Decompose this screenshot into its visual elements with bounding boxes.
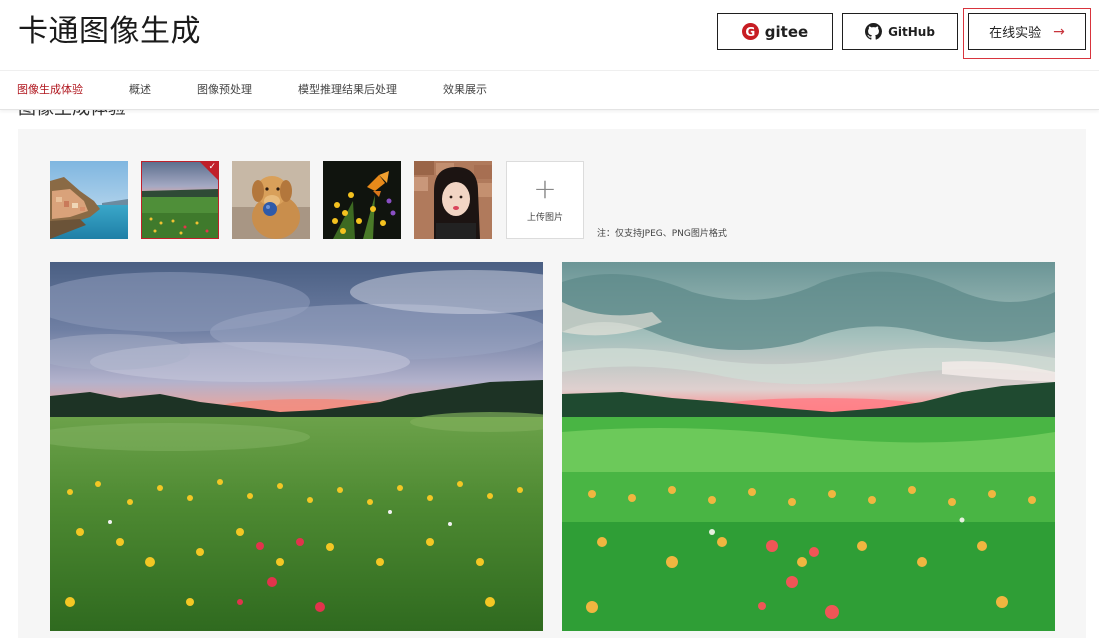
github-button[interactable]: GitHub bbox=[842, 13, 958, 50]
arrow-right-icon: → bbox=[1053, 23, 1065, 40]
format-note: 注：仅支持JPEG、PNG图片格式 bbox=[597, 229, 727, 239]
try-online-button[interactable]: 在线实验 → bbox=[968, 13, 1086, 50]
thumbnail-wildflower-meadow[interactable]: ✓ bbox=[141, 161, 219, 239]
gitee-logo-icon: G bbox=[741, 23, 759, 40]
nav-item-overview[interactable]: 概述 bbox=[129, 71, 151, 109]
nav-item-image-generation[interactable]: 图像生成体验 bbox=[17, 71, 83, 109]
nav-item-postprocessing[interactable]: 模型推理结果后处理 bbox=[298, 71, 397, 109]
gitee-label: gitee bbox=[764, 22, 809, 41]
github-label: GitHub bbox=[888, 24, 935, 39]
nav-bar: 图像生成体验 概述 图像预处理 模型推理结果后处理 效果展示 bbox=[0, 70, 1099, 110]
thumbnail-golden-retriever[interactable] bbox=[232, 161, 310, 239]
nav-item-showcase[interactable]: 效果展示 bbox=[443, 71, 487, 109]
thumbnail-butterfly[interactable] bbox=[323, 161, 401, 239]
thumbnail-coastal-town[interactable] bbox=[50, 161, 128, 239]
try-label: 在线实验 bbox=[989, 26, 1042, 41]
page-title: 卡通图像生成 bbox=[18, 14, 201, 49]
github-icon bbox=[865, 23, 883, 40]
gitee-button[interactable]: G gitee bbox=[717, 13, 833, 50]
cartoon-result-image bbox=[562, 262, 1055, 631]
original-image bbox=[50, 262, 543, 631]
nav-item-preprocessing[interactable]: 图像预处理 bbox=[197, 71, 252, 109]
plus-icon: + bbox=[533, 172, 557, 205]
check-icon: ✓ bbox=[208, 162, 216, 172]
thumbnail-portrait[interactable] bbox=[414, 161, 492, 239]
upload-label: 上传图片 bbox=[526, 213, 563, 223]
upload-image-button[interactable]: + 上传图片 bbox=[506, 161, 584, 239]
